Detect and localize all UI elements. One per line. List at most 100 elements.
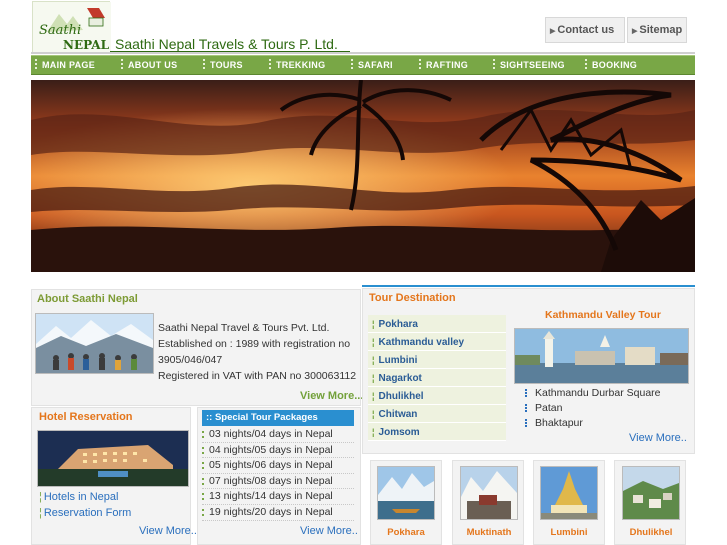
bullet-icon <box>525 389 528 397</box>
nav-item-trekking[interactable]: TREKKING <box>269 59 325 70</box>
package-label: 04 nights/05 days in Nepal <box>209 443 333 456</box>
destination-label: Chitwan <box>378 409 418 420</box>
bullet-icon: ¦ <box>372 355 375 365</box>
destination-item-lumbini[interactable]: ¦ Lumbini <box>368 351 506 369</box>
bullet-icon: ¦ <box>372 337 375 347</box>
contact-us-label: Contact us <box>557 24 615 36</box>
bullet-icon <box>525 404 528 412</box>
packages-list: 03 nights/04 days in Nepal 04 nights/05 … <box>202 427 354 521</box>
package-item[interactable]: 03 nights/04 days in Nepal <box>202 427 354 443</box>
svg-text:NEPAL: NEPAL <box>63 38 110 52</box>
nav-item-booking[interactable]: BOOKING <box>585 59 637 70</box>
package-item[interactable]: 07 nights/08 days in Nepal <box>202 474 354 490</box>
bullet-icon: ¦ <box>39 507 42 519</box>
nav-item-tours[interactable]: TOURS <box>203 59 243 70</box>
about-text: Saathi Nepal Travel & Tours Pvt. Ltd. Es… <box>158 320 363 384</box>
package-label: 19 nights/20 days in Nepal <box>209 505 333 518</box>
nav-item-sightseeing[interactable]: SIGHTSEEING <box>493 59 565 70</box>
package-label: 13 nights/14 days in Nepal <box>209 490 333 503</box>
about-photo <box>35 313 154 374</box>
bullet-icon <box>202 477 205 485</box>
nav-separator-icon <box>419 59 421 69</box>
thumbnail-label-lumbini[interactable]: Lumbini <box>539 527 599 538</box>
thumbnail-label-pokhara[interactable]: Pokhara <box>376 527 436 538</box>
sitemap-label: Sitemap <box>639 24 683 36</box>
package-item[interactable]: 13 nights/14 days in Nepal <box>202 489 354 505</box>
nav-label: TOURS <box>210 60 243 70</box>
arrow-right-icon: ▶ <box>550 28 556 35</box>
dhulikhel-thumbnail[interactable] <box>622 466 680 520</box>
bullet-icon: ¦ <box>372 427 375 437</box>
kathmandu-tour-label: Kathmandu Durbar Square <box>535 387 661 399</box>
destination-top-rule <box>362 285 695 287</box>
about-view-more-link[interactable]: View More.... <box>300 390 366 402</box>
nav-label: SIGHTSEEING <box>500 60 565 70</box>
sunset-banner-image <box>31 80 695 272</box>
about-line: Established on : 1989 with registration … <box>158 338 351 350</box>
tour-destination-title: Tour Destination <box>369 292 456 304</box>
bullet-icon <box>202 446 205 454</box>
package-item[interactable]: 05 nights/06 days in Nepal <box>202 458 354 474</box>
thumbnail-label-dhulikhel[interactable]: Dhulikhel <box>621 527 681 538</box>
nav-item-rafting[interactable]: RAFTING <box>419 59 468 70</box>
kathmandu-tour-item[interactable]: Bhaktapur <box>525 416 661 431</box>
destination-list: ¦ Pokhara ¦ Kathmandu valley ¦ Lumbini ¦ Nag… <box>368 315 506 441</box>
destination-label: Lumbini <box>378 355 418 366</box>
nav-separator-icon <box>585 59 587 69</box>
destination-item-nagarkot[interactable]: ¦ Nagarkot <box>368 369 506 387</box>
arrow-right-icon: ▶ <box>632 28 638 35</box>
destination-label: Pokhara <box>378 319 418 330</box>
package-item[interactable]: 19 nights/20 days in Nepal <box>202 505 354 521</box>
site-logo[interactable]: Saathi NEPAL <box>32 1 111 54</box>
about-line: 3905/046/047 <box>158 354 223 366</box>
nav-separator-icon <box>493 59 495 69</box>
main-nav: MAIN PAGE ABOUT US TOURS TREKKING SAFARI… <box>31 55 695 75</box>
kathmandu-tour-item[interactable]: Patan <box>525 401 661 416</box>
sitemap-link[interactable]: ▶ Sitemap <box>627 17 687 43</box>
about-title: About Saathi Nepal <box>37 293 138 305</box>
bullet-icon <box>202 493 205 501</box>
packages-view-more-link[interactable]: View More.. <box>300 525 358 537</box>
destination-label: Kathmandu valley <box>378 337 465 348</box>
bullet-icon <box>202 508 205 516</box>
reservation-form-link[interactable]: ¦ Reservation Form <box>39 507 131 519</box>
saathi-nepal-logo: Saathi NEPAL <box>33 2 111 54</box>
kathmandu-tour-item[interactable]: Kathmandu Durbar Square <box>525 386 661 401</box>
contact-us-link[interactable]: ▶ Contact us <box>545 17 625 43</box>
kathmandu-tour-label: Patan <box>535 402 563 414</box>
destination-label: Jomsom <box>378 427 420 438</box>
muktinath-thumbnail[interactable] <box>460 466 518 520</box>
about-line: Saathi Nepal Travel & Tours Pvt. Ltd. <box>158 322 330 334</box>
hotel-view-more-link[interactable]: View More.. <box>139 525 197 537</box>
pokhara-thumbnail[interactable] <box>377 466 435 520</box>
kathmandu-tour-photo <box>514 328 689 384</box>
nav-separator-icon <box>351 59 353 69</box>
destination-item-jomsom[interactable]: ¦ Jomsom <box>368 423 506 441</box>
hotels-in-nepal-link[interactable]: ¦ Hotels in Nepal <box>39 491 118 503</box>
package-item[interactable]: 04 nights/05 days in Nepal <box>202 443 354 459</box>
nav-label: ABOUT US <box>128 60 178 70</box>
bullet-icon <box>202 431 205 438</box>
bullet-icon <box>202 462 205 470</box>
header-divider <box>31 52 695 54</box>
lumbini-thumbnail[interactable] <box>540 466 598 520</box>
destination-item-pokhara[interactable]: ¦ Pokhara <box>368 315 506 333</box>
thumbnail-label-muktinath[interactable]: Muktinath <box>459 527 519 538</box>
bullet-icon: ¦ <box>372 391 375 401</box>
nav-separator-icon <box>269 59 271 69</box>
nav-item-safari[interactable]: SAFARI <box>351 59 393 70</box>
nav-item-about-us[interactable]: ABOUT US <box>121 59 177 70</box>
kathmandu-tour-view-more-link[interactable]: View More.. <box>629 432 687 444</box>
destination-item-kathmandu-valley[interactable]: ¦ Kathmandu valley <box>368 333 506 351</box>
company-name: Saathi Nepal Travels & Tours P. Ltd. <box>113 36 340 52</box>
bullet-icon <box>525 419 528 427</box>
bullet-icon: ¦ <box>372 409 375 419</box>
destination-item-dhulikhel[interactable]: ¦ Dhulikhel <box>368 387 506 405</box>
kathmandu-tour-list: Kathmandu Durbar Square Patan Bhaktapur <box>525 386 661 431</box>
destination-item-chitwan[interactable]: ¦ Chitwan <box>368 405 506 423</box>
nav-separator-icon <box>35 59 37 69</box>
nav-separator-icon <box>203 59 205 69</box>
nav-label: MAIN PAGE <box>42 60 96 70</box>
bullet-icon: ¦ <box>372 373 375 383</box>
nav-item-main-page[interactable]: MAIN PAGE <box>35 59 95 70</box>
